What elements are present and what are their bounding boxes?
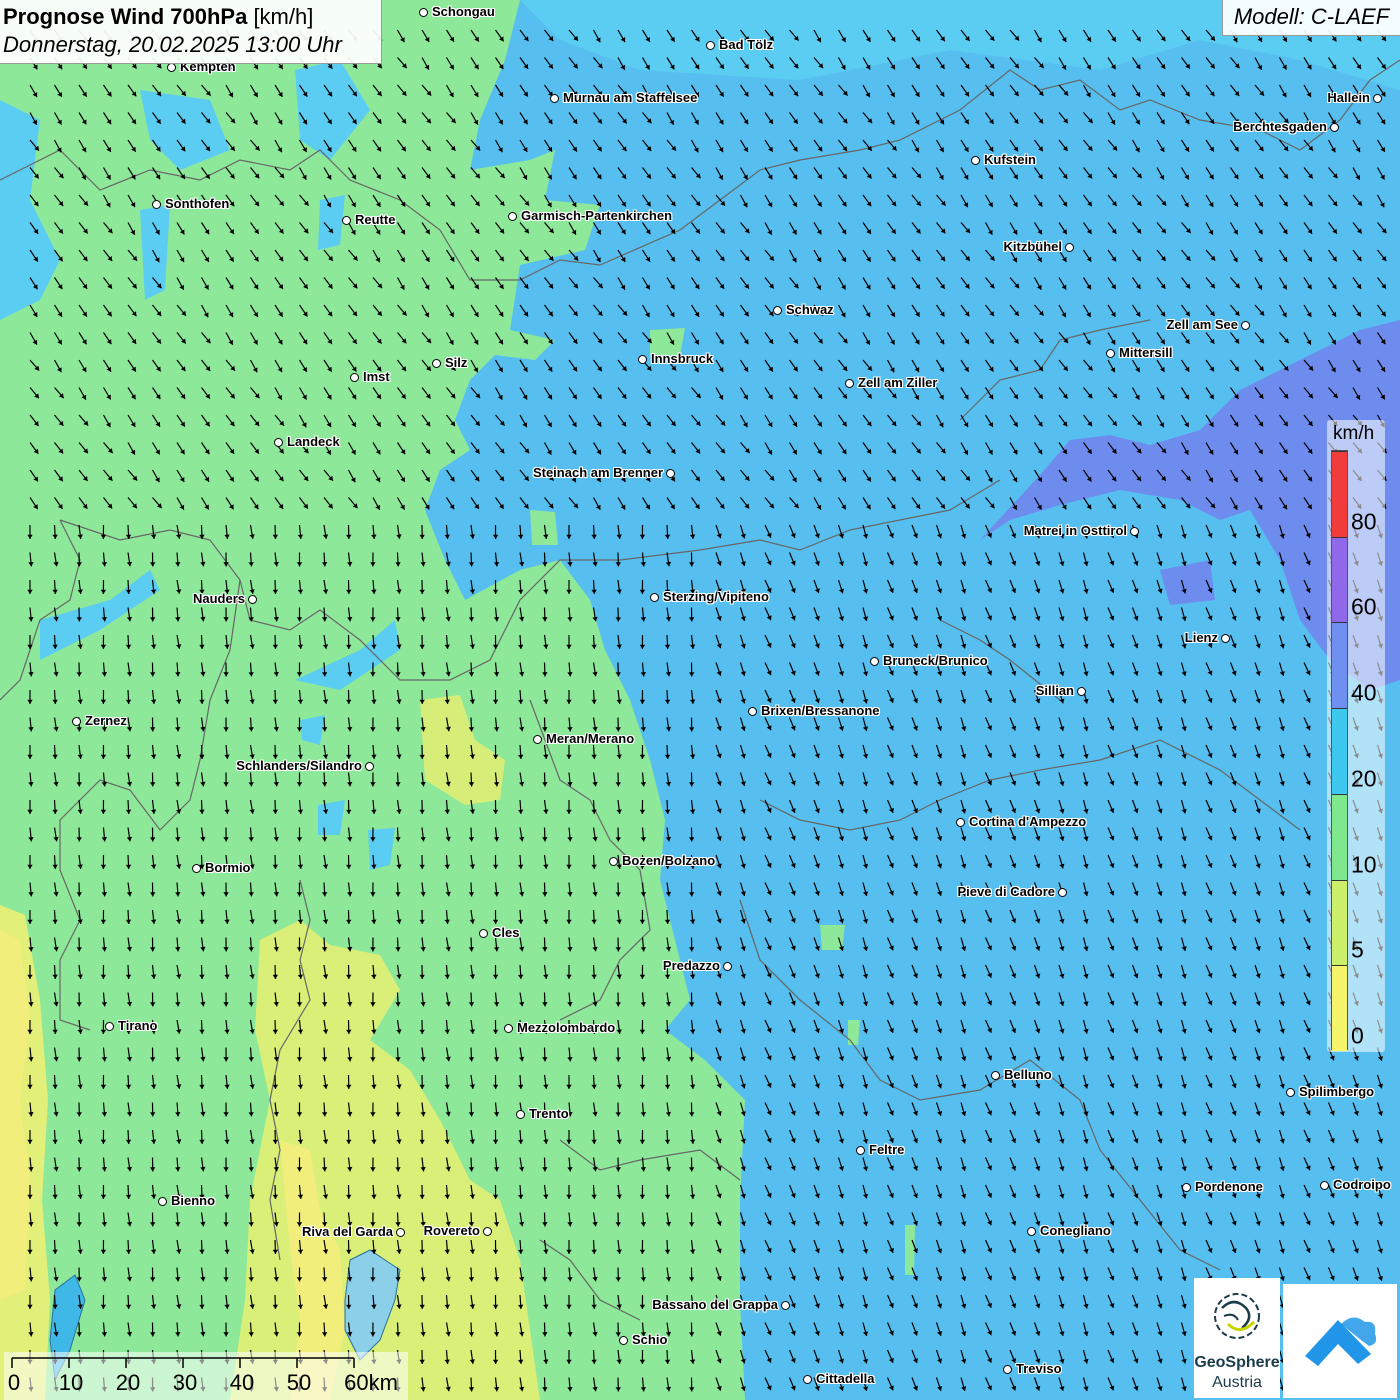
light-green-wind-area: [530, 510, 558, 545]
wind-map: Schongau Bad Tölz Kempten Murnau am Staffel…: [0, 0, 1400, 1400]
light-green-wind-area: [848, 1020, 860, 1045]
